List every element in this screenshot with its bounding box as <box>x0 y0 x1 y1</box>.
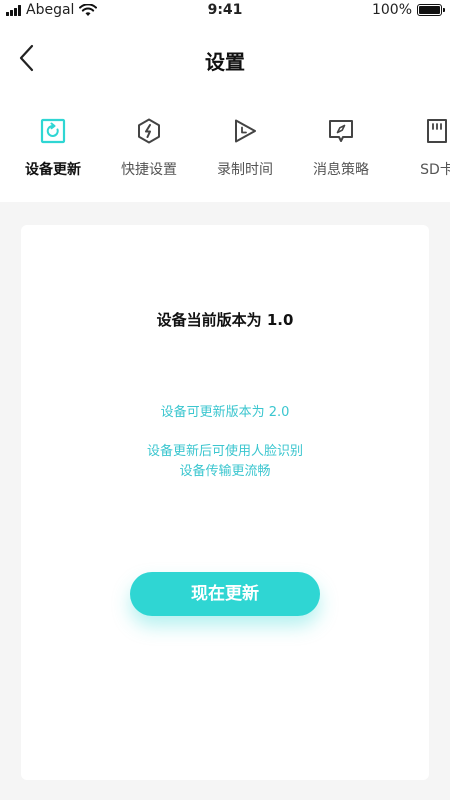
battery-icon <box>417 4 445 16</box>
status-bar: Abegal 9:41 100% <box>0 0 450 22</box>
available-version-text: 设备可更新版本为 2.0 <box>160 405 290 420</box>
page-title: 设置 <box>205 50 245 74</box>
update-benefit-text: 设备更新后可使用人脸识别 <box>146 444 303 459</box>
battery-percent: 100% <box>371 2 412 18</box>
tab-device-update[interactable]: 设备更新 <box>5 117 101 179</box>
current-version-text: 设备当前版本为 1.0 <box>156 311 294 329</box>
update-card: 设备当前版本为 1.0 设备可更新版本为 2.0 设备更新后可使用人脸识别 设备… <box>21 225 429 780</box>
header: 设置 设备更新 快捷设置 录制时间 消息策略 SD卡 <box>0 22 450 202</box>
tab-message-strategy[interactable]: 消息策略 <box>293 117 389 179</box>
update-now-button[interactable]: 现在更新 <box>130 572 320 616</box>
sd-card-icon <box>427 119 447 143</box>
tab-label: SD卡 <box>420 162 450 178</box>
tab-quick-settings[interactable]: 快捷设置 <box>101 117 197 179</box>
tab-label: 快捷设置 <box>121 162 177 178</box>
tab-label: 设备更新 <box>25 162 81 178</box>
tab-label: 录制时间 <box>217 162 273 178</box>
refresh-icon <box>40 118 66 144</box>
update-benefit-text: 设备传输更流畅 <box>179 464 271 479</box>
settings-tabs: 设备更新 快捷设置 录制时间 消息策略 SD卡 <box>0 117 450 192</box>
tab-sd-card[interactable]: SD卡 <box>389 117 450 179</box>
bolt-icon <box>138 118 160 144</box>
status-right: 100% <box>371 2 445 18</box>
tab-label: 消息策略 <box>313 162 369 178</box>
play-clock-icon <box>235 119 256 143</box>
tab-recording-time[interactable]: 录制时间 <box>197 117 293 179</box>
compass-message-icon <box>329 120 353 142</box>
